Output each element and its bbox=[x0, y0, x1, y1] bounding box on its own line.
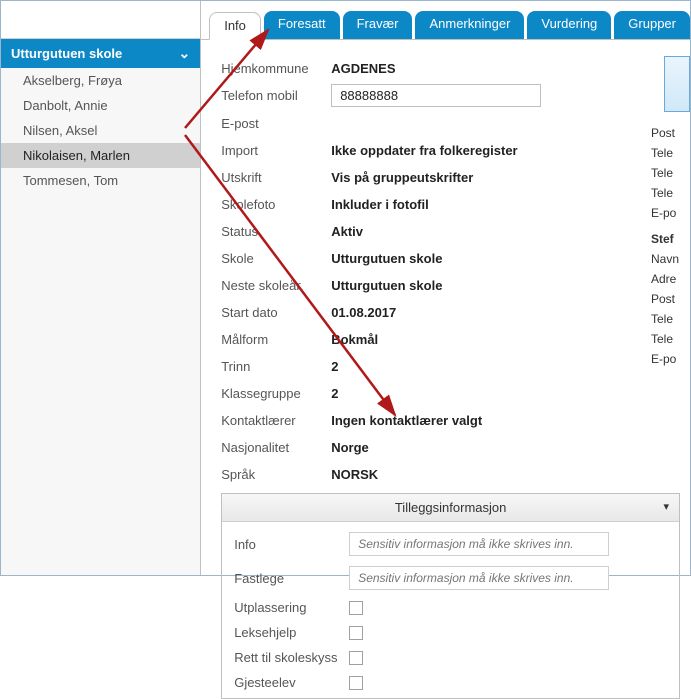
checkbox-rettskoleskyss[interactable] bbox=[349, 651, 363, 665]
input-fastlege[interactable] bbox=[349, 566, 609, 590]
tab-vurdering[interactable]: Vurdering bbox=[527, 11, 611, 39]
student-item[interactable]: Tommesen, Tom bbox=[1, 168, 200, 193]
value-klassegruppe: 2 bbox=[331, 386, 338, 401]
label-import: Import bbox=[221, 143, 331, 158]
cut-label: E-po bbox=[651, 206, 691, 220]
cut-label-bold: Stef bbox=[651, 232, 691, 246]
label-spraak: Språk bbox=[221, 467, 331, 482]
cut-label: Tele bbox=[651, 146, 691, 160]
chevron-down-icon: ⌄ bbox=[178, 45, 190, 62]
right-cutoff-column: Post Tele Tele Tele E-po Stef Navn Adre … bbox=[651, 126, 691, 372]
cut-label: Post bbox=[651, 126, 691, 140]
accordion-tilleggsinfo: Tilleggsinformasjon ▾ Info Fastlege Utpl… bbox=[221, 493, 680, 699]
school-header[interactable]: Utturgutuen skole ⌄ bbox=[1, 39, 200, 68]
student-photo bbox=[664, 56, 690, 112]
cut-label: Navn bbox=[651, 252, 691, 266]
label-utskrift: Utskrift bbox=[221, 170, 331, 185]
cut-label: E-po bbox=[651, 352, 691, 366]
tab-grupper[interactable]: Grupper bbox=[614, 11, 690, 39]
cut-label: Adre bbox=[651, 272, 691, 286]
label-maalform: Målform bbox=[221, 332, 331, 347]
value-nasjonalitet: Norge bbox=[331, 440, 369, 455]
value-nesteskoleaar: Utturgutuen skole bbox=[331, 278, 442, 293]
label-nesteskoleaar: Neste skoleår bbox=[221, 278, 331, 293]
label-skolefoto: Skolefoto bbox=[221, 197, 331, 212]
label-info: Info bbox=[234, 537, 349, 552]
input-telefonmobil[interactable] bbox=[331, 84, 541, 107]
value-skole: Utturgutuen skole bbox=[331, 251, 442, 266]
label-kontaktlaerer: Kontaktlærer bbox=[221, 413, 331, 428]
input-info[interactable] bbox=[349, 532, 609, 556]
accordion-body: Info Fastlege Utplassering Leksehjelp bbox=[222, 522, 679, 698]
student-list: Akselberg, Frøya Danbolt, Annie Nilsen, … bbox=[1, 68, 200, 193]
label-utplassering: Utplassering bbox=[234, 600, 349, 615]
value-utskrift: Vis på gruppeutskrifter bbox=[331, 170, 473, 185]
sidebar: Utturgutuen skole ⌄ Akselberg, Frøya Dan… bbox=[1, 1, 201, 575]
sidebar-top-blank bbox=[1, 1, 200, 39]
checkbox-gjesteelev[interactable] bbox=[349, 676, 363, 690]
value-trinn: 2 bbox=[331, 359, 338, 374]
label-skole: Skole bbox=[221, 251, 331, 266]
label-trinn: Trinn bbox=[221, 359, 331, 374]
value-spraak: NORSK bbox=[331, 467, 378, 482]
info-content: HjemkommuneAGDENES Telefon mobil E-post … bbox=[201, 39, 690, 699]
tab-fravaer[interactable]: Fravær bbox=[343, 11, 413, 39]
value-hjemkommune: AGDENES bbox=[331, 61, 395, 76]
label-klassegruppe: Klassegruppe bbox=[221, 386, 331, 401]
label-startdato: Start dato bbox=[221, 305, 331, 320]
value-status: Aktiv bbox=[331, 224, 363, 239]
student-item[interactable]: Nilsen, Aksel bbox=[1, 118, 200, 143]
tab-info[interactable]: Info bbox=[209, 12, 261, 40]
main-panel: Info Foresatt Fravær Anmerkninger Vurder… bbox=[201, 1, 690, 575]
value-skolefoto: Inkluder i fotofil bbox=[331, 197, 429, 212]
label-fastlege: Fastlege bbox=[234, 571, 349, 586]
tab-foresatt[interactable]: Foresatt bbox=[264, 11, 340, 39]
label-gjesteelev: Gjesteelev bbox=[234, 675, 349, 690]
label-status: Status bbox=[221, 224, 331, 239]
value-maalform: Bokmål bbox=[331, 332, 378, 347]
value-kontaktlaerer: Ingen kontaktlærer valgt bbox=[331, 413, 482, 428]
checkbox-leksehjelp[interactable] bbox=[349, 626, 363, 640]
student-item-selected[interactable]: Nikolaisen, Marlen bbox=[1, 143, 200, 168]
label-hjemkommune: Hjemkommune bbox=[221, 61, 331, 76]
label-telefonmobil: Telefon mobil bbox=[221, 88, 331, 103]
checkbox-utplassering[interactable] bbox=[349, 601, 363, 615]
school-name: Utturgutuen skole bbox=[11, 46, 122, 61]
tab-anmerkninger[interactable]: Anmerkninger bbox=[415, 11, 524, 39]
value-startdato: 01.08.2017 bbox=[331, 305, 396, 320]
student-item[interactable]: Danbolt, Annie bbox=[1, 93, 200, 118]
cut-label: Tele bbox=[651, 332, 691, 346]
label-nasjonalitet: Nasjonalitet bbox=[221, 440, 331, 455]
caret-down-icon: ▾ bbox=[663, 500, 669, 513]
cut-label: Tele bbox=[651, 166, 691, 180]
cut-label: Post bbox=[651, 292, 691, 306]
cut-label: Tele bbox=[651, 186, 691, 200]
label-epost: E-post bbox=[221, 116, 331, 131]
label-leksehjelp: Leksehjelp bbox=[234, 625, 349, 640]
tab-bar: Info Foresatt Fravær Anmerkninger Vurder… bbox=[201, 1, 690, 39]
label-rettskoleskyss: Rett til skoleskyss bbox=[234, 650, 349, 665]
value-import: Ikke oppdater fra folkeregister bbox=[331, 143, 517, 158]
cut-label: Tele bbox=[651, 312, 691, 326]
student-item[interactable]: Akselberg, Frøya bbox=[1, 68, 200, 93]
accordion-title: Tilleggsinformasjon bbox=[395, 500, 507, 515]
accordion-header[interactable]: Tilleggsinformasjon ▾ bbox=[222, 494, 679, 522]
